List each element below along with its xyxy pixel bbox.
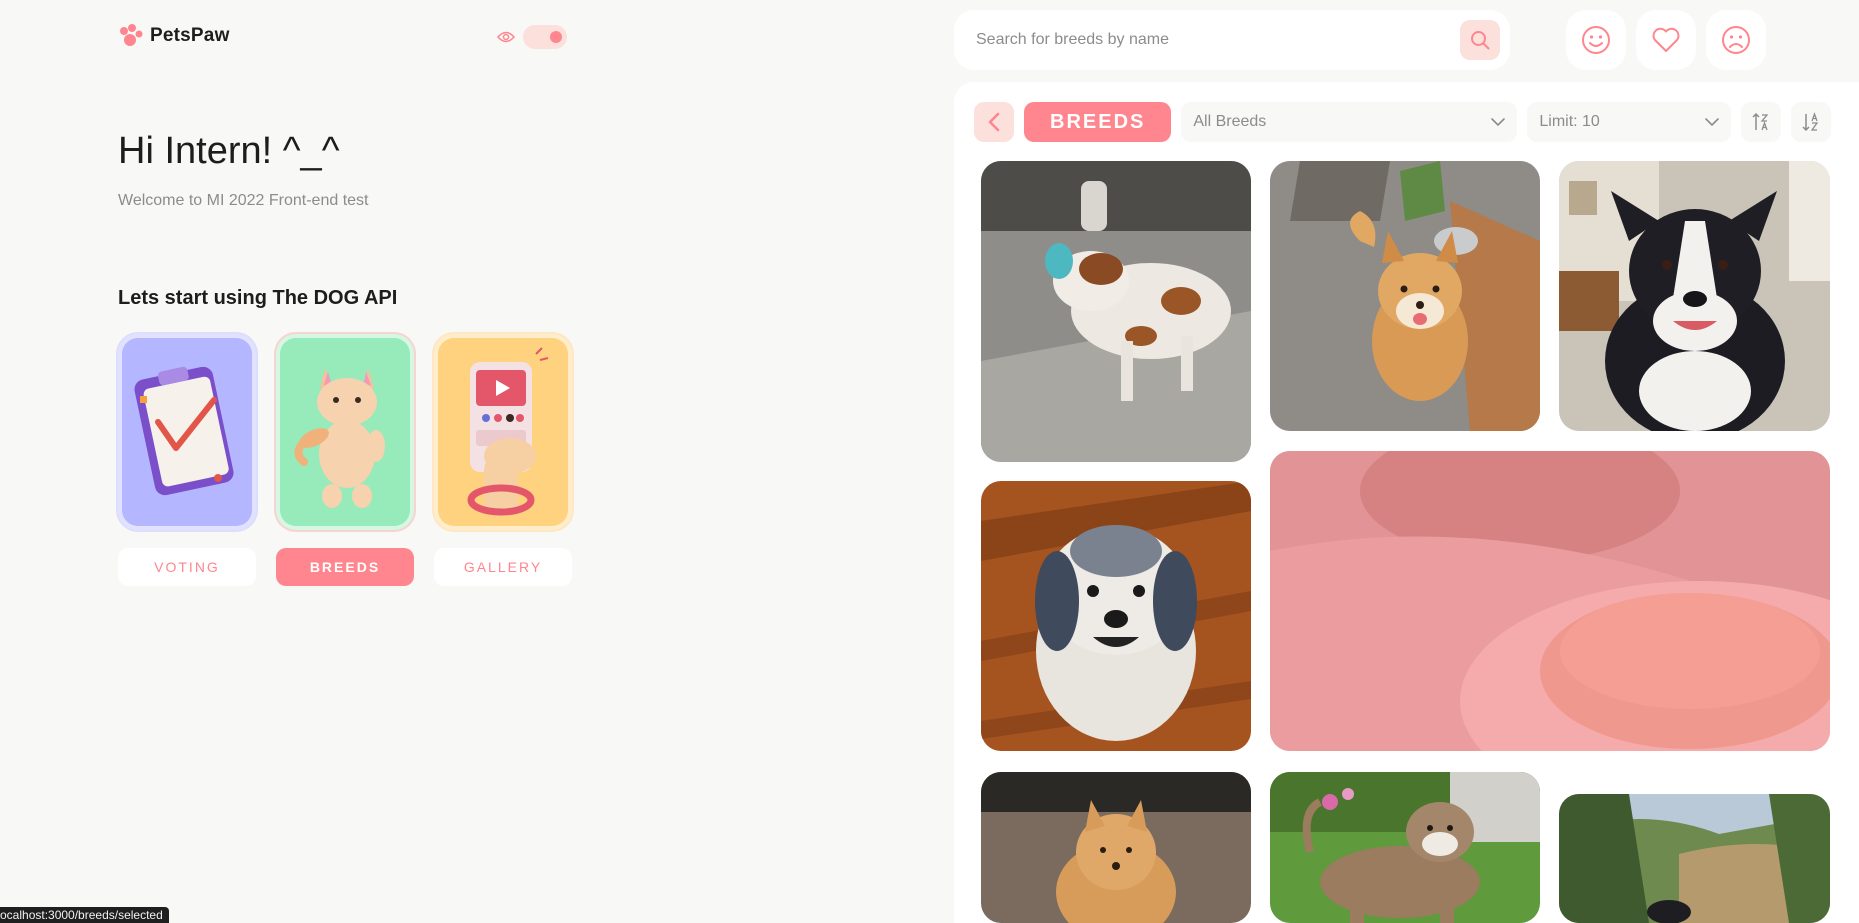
nav-card-voting[interactable]: VOTING — [118, 334, 256, 586]
phone-gallery-icon — [467, 347, 549, 516]
limit-select-value: Limit: 10 — [1539, 113, 1600, 130]
app-logo[interactable]: PetsPaw — [118, 23, 230, 49]
chevron-down-icon — [1705, 118, 1720, 126]
breed-photo-saint-bernard[interactable] — [981, 161, 1251, 462]
breed-photo-border-collie[interactable] — [1559, 161, 1830, 431]
back-button[interactable] — [974, 102, 1014, 142]
breeds-button[interactable]: BREEDS — [276, 548, 414, 586]
nav-cards: VOTING BREEDS GALLERY — [118, 334, 572, 586]
sort-descending-button[interactable] — [1741, 102, 1782, 142]
section-title: Lets start using The DOG API — [118, 287, 398, 309]
breed-photo-bulldog[interactable] — [1270, 772, 1540, 923]
breeds-toolbar: BREEDS All Breeds Limit: 10 — [974, 102, 1832, 142]
breed-photo-bread-on-plate[interactable] — [1270, 451, 1830, 751]
gallery-button[interactable]: GALLERY — [434, 548, 572, 586]
sad-face-icon — [1722, 26, 1750, 54]
search-input[interactable] — [976, 31, 1460, 49]
search-button[interactable] — [1460, 20, 1500, 60]
chevron-down-icon — [1491, 118, 1506, 126]
search-icon — [1471, 31, 1490, 50]
status-bar-url: ocalhost:3000/breeds/selected — [0, 907, 169, 923]
favourites-button[interactable] — [1636, 10, 1696, 70]
eye-icon — [497, 31, 515, 43]
breeds-illustration[interactable] — [276, 334, 414, 530]
smile-icon — [1582, 26, 1610, 54]
voting-button[interactable]: VOTING — [118, 548, 256, 586]
breed-photo-shiba-inu[interactable] — [1270, 161, 1540, 431]
greeting-heading: Hi Intern! ^_^ — [118, 130, 340, 172]
switch-knob — [550, 31, 562, 43]
dislikes-button[interactable] — [1706, 10, 1766, 70]
voting-illustration[interactable] — [118, 334, 256, 530]
nav-card-breeds[interactable]: BREEDS — [276, 334, 414, 586]
theme-toggle[interactable] — [497, 25, 567, 49]
search-bar — [954, 10, 1510, 70]
clipboard-check-icon — [134, 366, 234, 496]
breeds-panel: BREEDS All Breeds Limit: 10 — [954, 82, 1859, 923]
page-title: BREEDS — [1024, 102, 1172, 142]
gallery-illustration[interactable] — [434, 334, 572, 530]
breed-photo-landscape[interactable] — [1559, 794, 1830, 923]
breed-photo-fluffy-puppy[interactable] — [981, 772, 1251, 923]
limit-select[interactable]: Limit: 10 — [1527, 102, 1732, 142]
welcome-text: Welcome to MI 2022 Front-end test — [118, 192, 369, 209]
cat-toy-icon — [294, 368, 385, 508]
nav-card-gallery[interactable]: GALLERY — [434, 334, 572, 586]
breed-photo-shaggy-terrier[interactable] — [981, 481, 1251, 751]
chevron-left-icon — [988, 112, 1000, 132]
app-name: PetsPaw — [150, 25, 230, 46]
breed-select-value: All Breeds — [1193, 113, 1267, 130]
paw-logo-icon — [120, 24, 143, 46]
hover-overlay — [1270, 451, 1830, 751]
sort-ascending-button[interactable] — [1791, 102, 1832, 142]
sort-za-icon — [1752, 112, 1769, 131]
theme-switch[interactable] — [523, 25, 567, 49]
sort-az-icon — [1802, 112, 1819, 132]
breed-select[interactable]: All Breeds — [1181, 102, 1518, 142]
heart-icon — [1652, 27, 1680, 52]
likes-button[interactable] — [1566, 10, 1626, 70]
